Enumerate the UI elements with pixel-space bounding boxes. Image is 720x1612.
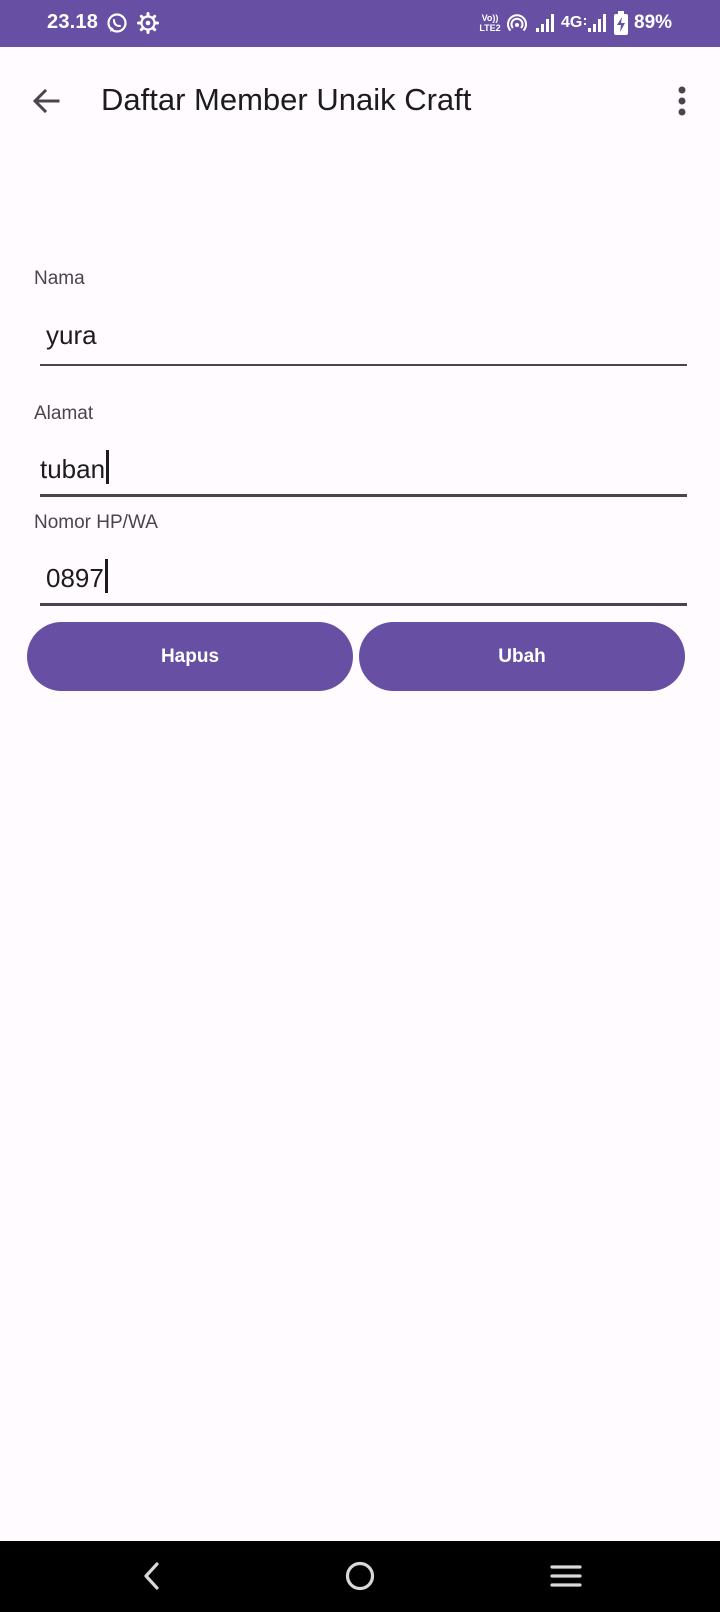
signal-icon (584, 13, 606, 38)
more-options-button[interactable] (658, 77, 706, 125)
page-title: Daftar Member Unaik Craft (101, 82, 472, 117)
nav-back-icon (140, 1561, 164, 1591)
screen: 23.18 Vo)) LTE2 4G 89% Daftar Member Una… (0, 0, 720, 1612)
nomor-value-wrap: 0897 (46, 559, 108, 594)
arrow-back-icon (30, 85, 62, 117)
network-type-label: 4G (561, 14, 583, 31)
nav-recents-button[interactable] (536, 1551, 596, 1601)
more-vert-icon (677, 85, 687, 117)
navigation-bar (0, 1541, 720, 1612)
hotspot-icon (507, 13, 527, 38)
signal-icon (535, 13, 555, 38)
nomor-value: 0897 (46, 563, 104, 593)
alamat-value: tuban (40, 454, 106, 484)
nomor-label: Nomor HP/WA (34, 512, 158, 533)
alamat-label: Alamat (34, 403, 94, 424)
alamat-input[interactable]: tuban (40, 438, 687, 497)
nama-label: Nama (34, 268, 85, 289)
app-bar: Daftar Member Unaik Craft (0, 47, 720, 155)
hapus-button[interactable]: Hapus (27, 622, 353, 691)
nomor-input[interactable]: 0897 (40, 547, 687, 606)
nav-recents-icon (550, 1563, 582, 1589)
back-button[interactable] (22, 77, 70, 125)
status-time: 23.18 (47, 11, 99, 33)
nav-home-button[interactable] (330, 1551, 390, 1601)
whatsapp-icon (106, 12, 128, 39)
nama-value: yura (46, 320, 97, 350)
text-cursor (106, 450, 110, 484)
status-bar: 23.18 Vo)) LTE2 4G 89% (0, 0, 720, 47)
volte-label-bottom: LTE2 (479, 23, 501, 33)
nav-home-icon (344, 1560, 376, 1592)
ubah-button[interactable]: Ubah (359, 622, 685, 691)
nama-input[interactable]: yura (40, 308, 687, 366)
nav-back-button[interactable] (122, 1551, 182, 1601)
volte-icon: Vo)) LTE2 (478, 13, 502, 33)
battery-percent: 89% (634, 12, 673, 33)
settings-gear-icon (137, 12, 159, 39)
battery-charging-icon (614, 11, 628, 40)
text-cursor (104, 559, 108, 593)
volte-label-top: Vo)) (481, 13, 499, 23)
alamat-value-wrap: tuban (40, 450, 110, 485)
